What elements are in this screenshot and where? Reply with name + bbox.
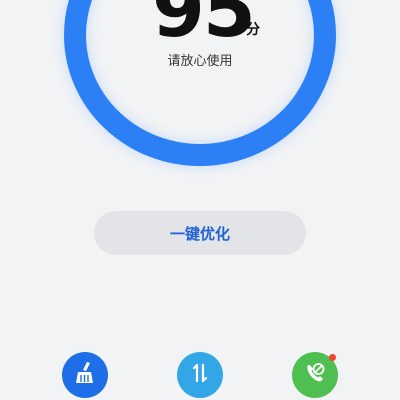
score-status: 请放心使用 — [167, 54, 233, 69]
traffic-tool-button[interactable] — [177, 352, 223, 398]
cleanup-tool-button[interactable] — [62, 352, 108, 398]
notification-badge — [329, 354, 336, 361]
phone-manager-screen: 95 分 请放心使用 一键优化 — [0, 0, 400, 400]
blocked-call-icon — [302, 360, 328, 390]
score-unit: 分 — [246, 22, 260, 38]
broom-icon — [72, 360, 98, 390]
one-click-optimize-button[interactable]: 一键优化 — [94, 211, 306, 255]
score-value: 95 — [152, 0, 256, 54]
score-display: 95 分 请放心使用 — [0, 0, 400, 80]
call-block-tool-button[interactable] — [292, 352, 338, 398]
traffic-arrows-icon — [187, 360, 213, 390]
